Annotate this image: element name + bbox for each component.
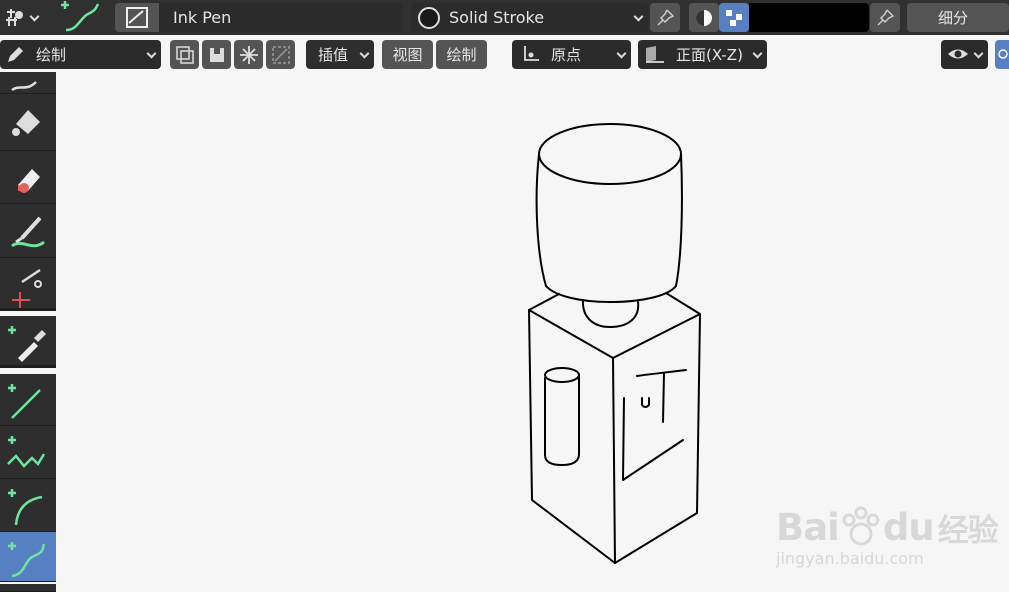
interpolate-label: 插值 xyxy=(318,46,349,64)
eyedropper-icon xyxy=(8,326,46,362)
erase-tool[interactable] xyxy=(0,151,56,204)
watermark: Bai du 经验 jingyan.baidu.com xyxy=(776,495,1009,592)
polyline-icon xyxy=(7,436,46,468)
line-icon xyxy=(8,384,41,419)
brush-name: Ink Pen xyxy=(173,8,232,27)
guides-icon xyxy=(271,45,290,64)
autokey-button[interactable] xyxy=(202,40,231,69)
stroke-color-swatch[interactable] xyxy=(749,3,869,32)
mode-label: 绘制 xyxy=(36,46,67,64)
polyline-tool[interactable] xyxy=(0,426,56,479)
tool-header: Ink Pen Solid Stroke 细分 xyxy=(0,0,1009,35)
pivot-label: 原点 xyxy=(551,46,582,64)
more-tools[interactable] xyxy=(0,584,56,592)
watermark-logo: Bai du 经验 xyxy=(776,505,999,550)
eyedropper-tool[interactable] xyxy=(0,316,56,368)
visibility-selector[interactable] xyxy=(941,40,988,69)
brush-selector[interactable]: Ink Pen xyxy=(115,3,402,32)
interpolate-menu[interactable]: 插值 xyxy=(306,40,374,69)
draw-label: 绘制 xyxy=(446,46,477,64)
front-plane-icon xyxy=(646,45,664,63)
tint-tool[interactable] xyxy=(0,204,56,258)
pivot-origin-icon xyxy=(524,45,539,61)
drawing-plane-selector[interactable]: 正面(X-Z) xyxy=(638,40,767,69)
mode-selector[interactable]: 绘制 xyxy=(0,40,161,69)
arc-tool[interactable] xyxy=(0,479,56,532)
multiframe-button[interactable] xyxy=(170,40,199,69)
material-name: Solid Stroke xyxy=(449,8,545,27)
pin-color-button[interactable] xyxy=(870,3,900,32)
vertex-color-toggle[interactable] xyxy=(719,3,749,32)
curve-tool[interactable] xyxy=(0,532,56,582)
fill-tool[interactable] xyxy=(0,94,56,151)
eraser-icon xyxy=(18,169,40,193)
watermark-brand-suffix: du xyxy=(882,506,935,549)
line-tool[interactable] xyxy=(0,374,56,426)
subdivide-button[interactable]: 细分 xyxy=(907,3,1009,32)
color-mode-toggle[interactable] xyxy=(689,3,719,32)
draw-tool[interactable] xyxy=(0,72,56,94)
subdivide-label: 细分 xyxy=(937,9,968,27)
logo-lines xyxy=(622,369,687,481)
overlay-toggle[interactable] xyxy=(995,40,1009,69)
cutter-icon xyxy=(12,268,42,308)
arc-icon xyxy=(8,489,43,526)
paw-icon xyxy=(842,506,880,545)
pencil-icon xyxy=(8,46,23,62)
material-selector[interactable]: Solid Stroke xyxy=(411,3,648,32)
material-color-icon xyxy=(696,9,712,26)
overlay-icon xyxy=(998,49,1008,59)
vertex-paint-icon xyxy=(726,9,742,26)
guides-button[interactable] xyxy=(266,40,295,69)
stroke-placement-icon xyxy=(209,45,224,62)
viewport-header: 绘制 插值 视图 绘制 原点 正面(X-Z) xyxy=(0,35,1009,72)
logo-letter xyxy=(641,397,650,408)
water-dispenser-drawing xyxy=(528,123,701,564)
draw-brush-icon xyxy=(11,81,37,92)
watermark-url: jingyan.baidu.com xyxy=(776,549,924,568)
pivot-point-selector[interactable]: 原点 xyxy=(512,40,631,69)
pin-icon xyxy=(877,8,895,26)
cup-holder xyxy=(544,374,580,466)
object-mode-selector[interactable] xyxy=(0,3,44,32)
orientation-label: 正面(X-Z) xyxy=(676,46,743,64)
cutter-tool[interactable] xyxy=(0,258,56,311)
tint-brush-icon xyxy=(11,216,45,248)
multiframe-icon xyxy=(175,45,194,64)
watermark-brand: Bai xyxy=(776,506,840,549)
pin-icon xyxy=(657,8,675,26)
snowflake-icon xyxy=(239,45,258,64)
cup-holder-top xyxy=(544,367,580,383)
draw-menu[interactable]: 绘制 xyxy=(436,40,487,69)
grease-pencil-mode-icon xyxy=(6,8,23,26)
snap-button[interactable] xyxy=(234,40,263,69)
tool-shelf xyxy=(0,72,56,592)
paint-bucket-icon xyxy=(12,110,40,136)
bottle-neck xyxy=(581,299,640,328)
curve-icon xyxy=(8,542,46,578)
material-sphere-icon xyxy=(418,6,440,29)
view-label: 视图 xyxy=(392,46,423,64)
brush-icon xyxy=(115,3,159,32)
cabinet-edge xyxy=(612,357,616,564)
bottle-top xyxy=(538,123,682,185)
view-menu[interactable]: 视图 xyxy=(382,40,433,69)
pin-material-button[interactable] xyxy=(650,3,680,32)
eye-icon xyxy=(948,49,968,58)
active-tool-curve-icon[interactable] xyxy=(56,0,102,35)
watermark-product: 经验 xyxy=(937,513,999,549)
